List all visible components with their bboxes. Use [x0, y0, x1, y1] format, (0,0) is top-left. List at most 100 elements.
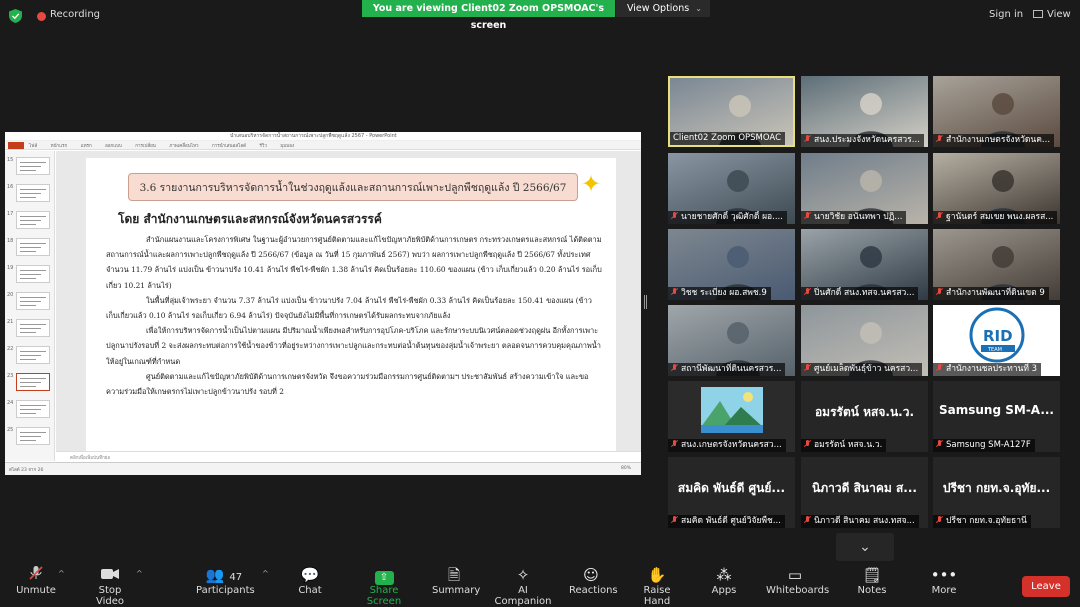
participant-tile[interactable]: ฐานันดร์ สมเขย พนง.ผลรส... — [933, 153, 1060, 224]
thumbnail-line — [20, 166, 41, 167]
thumbnail-line — [20, 305, 36, 306]
thumbnail-number: 24 — [7, 400, 14, 406]
whiteboards-button[interactable]: ▭ Whiteboards — [766, 565, 829, 596]
thumbnail-number: 25 — [7, 427, 14, 433]
participant-name-label: นายวิชัย อนันทพา ปฏิ... — [801, 211, 907, 224]
meeting-toolbar: Unmute ^ Stop Video ^ 👥 47 Participants … — [0, 563, 1080, 607]
sparkle-star-icon: ✦ — [581, 170, 602, 198]
participant-tile[interactable]: Samsung SM-A... Samsung SM-A127F — [933, 381, 1060, 452]
participant-tile[interactable]: อมรรัตน์ หสจ.น.ว. อมรรัตน์ หสจ.น.ว. — [801, 381, 928, 452]
more-label: More — [931, 585, 957, 596]
participant-tile[interactable]: วิชช ระเบียง ผอ.สพช.9 — [668, 229, 795, 300]
participant-name-label: สำนักงานพัฒนาที่ดินเขต 9 — [933, 287, 1049, 300]
slide-thumbnail[interactable] — [16, 400, 50, 418]
thumbnail-line — [20, 193, 41, 194]
thumbnail-line — [20, 405, 46, 406]
thumbnail-number: 18 — [7, 238, 14, 244]
muted-mic-icon — [936, 288, 943, 296]
apps-label: Apps — [711, 585, 737, 596]
thumbnail-line — [20, 328, 41, 329]
unmute-button[interactable]: Unmute — [14, 565, 58, 596]
slide-thumbnail[interactable] — [16, 157, 50, 175]
leave-button[interactable]: Leave — [1022, 576, 1070, 597]
participant-tile[interactable]: Client02 Zoom OPSMOAC — [668, 76, 795, 147]
participant-tile[interactable]: สถานีพัฒนาที่ดินนครสวร... — [668, 305, 795, 376]
chevron-up-icon: ^ — [136, 569, 143, 578]
participant-display-name: สมคิด พันธ์ดี ศูนย์... — [677, 481, 786, 495]
slide-thumbnail[interactable] — [16, 292, 50, 310]
participant-name: อมรรัตน์ หสจ.น.ว. — [814, 440, 883, 450]
resize-handle[interactable] — [644, 295, 647, 309]
slide-organization: โดย สำนักงานเกษตรและสหกรณ์จังหวัดนครสวรร… — [118, 212, 382, 226]
participant-name-label: ศูนย์เมล็ดพันธุ์ข้าว นครสว... — [801, 363, 923, 376]
participant-name: สำนักงานชลประทานที่ 3 — [946, 364, 1038, 374]
share-screen-button[interactable]: ⇧ Share Screen — [354, 565, 414, 607]
participant-name: นิภาวดี สินาคม สนง.ทสจ... — [814, 516, 915, 526]
participant-tile[interactable]: ปิ่นศักดิ์ สนง.ทสจ.นครสว... — [801, 229, 928, 300]
slide-thumbnail[interactable] — [16, 238, 50, 256]
thumbnail-line — [20, 297, 46, 298]
slide-thumbnail[interactable] — [16, 427, 50, 445]
video-camera-icon — [84, 565, 136, 585]
muted-mic-icon — [671, 364, 678, 372]
participant-name: ปรีชา กยท.จ.อุทัยธานี — [946, 516, 1027, 526]
thumbnail-number: 22 — [7, 346, 14, 352]
view-options-button[interactable]: View Options ⌄ — [616, 0, 710, 17]
thumbnail-line — [20, 278, 36, 279]
participant-tile[interactable]: ศูนย์เมล็ดพันธุ์ข้าว นครสว... — [801, 305, 928, 376]
security-shield-icon[interactable] — [9, 9, 22, 23]
sign-in-link[interactable]: Sign in — [989, 9, 1023, 20]
view-layout-button[interactable]: View — [1033, 9, 1071, 20]
participant-tile[interactable]: สมคิด พันธ์ดี ศูนย์... สมคิด พันธ์ดี ศูนย… — [668, 457, 795, 528]
participant-name-label: สำนักงานชลประทานที่ 3 — [933, 363, 1042, 376]
thumbnail-line — [20, 432, 46, 433]
muted-mic-icon — [936, 364, 943, 372]
slide-thumbnail[interactable] — [16, 373, 50, 391]
participant-name-label: สนง.ประมงจังหวัดนครสวร... — [801, 134, 924, 147]
participant-name: Samsung SM-A127F — [946, 440, 1031, 450]
participant-name-label: สมคิด พันธ์ดี ศูนย์วิจัยพืช... — [668, 515, 785, 528]
slide-thumbnail[interactable] — [16, 346, 50, 364]
participant-tile[interactable]: ปรีชา กยท.จ.อุทัย... ปรีชา กยท.จ.อุทัยธาน… — [933, 457, 1060, 528]
thumbnail-number: 16 — [7, 184, 14, 190]
participant-tile[interactable]: RID TEAM สำนักงานชลประทานที่ 3 — [933, 305, 1060, 376]
raise-hand-button[interactable]: ✋ Raise Hand — [632, 565, 682, 607]
participant-name-label: นิภาวดี สินาคม สนง.ทสจ... — [801, 515, 919, 528]
slide-body: สำนักแผนงานและโครงการพิเศษ ในฐานะผู้อำนว… — [106, 232, 602, 399]
participant-tile[interactable]: สนง.ประมงจังหวัดนครสวร... — [801, 76, 928, 147]
shared-screen[interactable]: นำเสนอบริหารจัดการน้ำสถานการณ์เพาะปลูกพื… — [5, 132, 641, 475]
slide-thumbnail[interactable] — [16, 319, 50, 337]
participant-display-name: นิภาวดี สินาคม ส... — [812, 481, 917, 495]
participant-tile[interactable]: สำนักงานพัฒนาที่ดินเขต 9 — [933, 229, 1060, 300]
slide-paragraph: สำนักแผนงานและโครงการพิเศษ ในฐานะผู้อำนว… — [106, 235, 602, 290]
slide-paragraph: เพื่อให้การบริหารจัดการน้ำเป็นไปตามแผน ม… — [106, 326, 601, 366]
reactions-button[interactable]: ☺ Reactions — [569, 565, 618, 596]
participant-tile[interactable]: นิภาวดี สินาคม ส... นิภาวดี สินาคม สนง.ทส… — [801, 457, 928, 528]
participant-tile[interactable]: สำนักงานเกษตรจังหวัดนค... — [933, 76, 1060, 147]
thumbnail-line — [20, 332, 36, 333]
participant-tile[interactable]: นายวิชัย อนันทพา ปฏิ... — [801, 153, 928, 224]
participant-name-label: Client02 Zoom OPSMOAC — [670, 132, 786, 145]
more-button[interactable]: ••• More — [930, 565, 958, 596]
gallery-expand-button[interactable]: ⌄ — [836, 533, 894, 561]
participants-icon: 👥 47 — [205, 566, 243, 584]
notes-button[interactable]: 🗒 Notes — [857, 565, 887, 596]
stop-video-button[interactable]: Stop Video — [84, 565, 136, 607]
participant-tile[interactable]: นายชายศักดิ์ วุฒิศักดิ์ ผอ.... — [668, 153, 795, 224]
thumbnail-number: 23 — [7, 373, 14, 379]
smiley-icon: ☺ — [583, 566, 599, 584]
participant-display-name: ปรีชา กยท.จ.อุทัย... — [942, 481, 1051, 495]
participants-button[interactable]: 👥 47 Participants — [196, 565, 255, 596]
slide-thumbnail[interactable] — [16, 211, 50, 229]
apps-button[interactable]: ⁂ Apps — [710, 565, 738, 596]
slide-thumbnail[interactable] — [16, 265, 50, 283]
summary-button[interactable]: 🗎 Summary — [432, 565, 480, 596]
participant-name-label: วิชช ระเบียง ผอ.สพช.9 — [668, 287, 771, 300]
whiteboard-icon: ▭ — [787, 566, 803, 584]
ai-companion-button[interactable]: ✧ AI Companion — [491, 565, 555, 607]
chat-button[interactable]: 💬 Chat — [296, 565, 324, 596]
participant-tile[interactable]: สนง.เกษตรจังหวัดนครสว... — [668, 381, 795, 452]
slide-thumbnail[interactable] — [16, 184, 50, 202]
thumbnail-line — [20, 220, 41, 221]
top-bar: Recording You are viewing Client02 Zoom … — [0, 0, 1080, 34]
